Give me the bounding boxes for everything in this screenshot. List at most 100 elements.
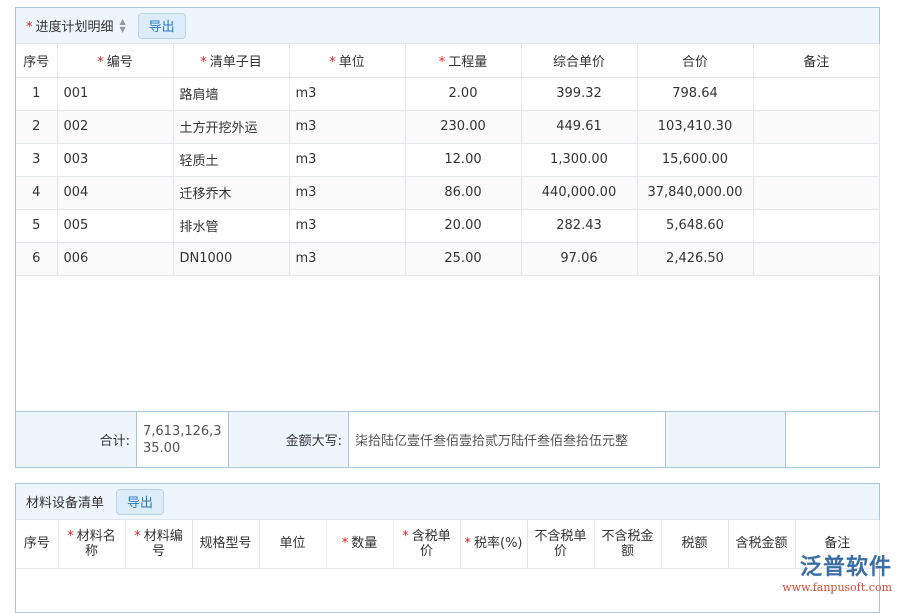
table-cell <box>753 77 880 110</box>
table-row[interactable]: 4004迁移乔木m386.00440,000.0037,840,000.00 <box>16 176 880 209</box>
panel-header: 材料设备清单 导出 <box>16 484 879 520</box>
required-icon: * <box>342 536 349 551</box>
header-label: 规格型号 <box>199 536 251 551</box>
table-cell: 440,000.00 <box>521 176 637 209</box>
required-icon: * <box>329 55 336 70</box>
table-cell: 土方开挖外运 <box>173 110 289 143</box>
column-header: 备注 <box>753 44 880 77</box>
panel-title: 材料设备清单 <box>26 492 104 511</box>
table-cell: 1 <box>16 77 57 110</box>
materials-panel: 材料设备清单 导出 序号*材料名称*材料编号规格型号单位*数量*含税单价*税率(… <box>15 483 880 613</box>
column-header: 单位 <box>259 520 326 568</box>
brand-logo: 泛普软件 www.fanpusoft.com <box>782 549 892 594</box>
header-label: 含税金额 <box>735 536 787 551</box>
table-cell: 轻质土 <box>173 143 289 176</box>
header-label: 单位 <box>339 55 365 70</box>
table-cell: 2 <box>16 110 57 143</box>
table-cell: 006 <box>57 242 173 275</box>
table-row[interactable]: 1001路肩墙m32.00399.32798.64 <box>16 77 880 110</box>
column-header: 综合单价 <box>521 44 637 77</box>
table-cell: 25.00 <box>405 242 521 275</box>
required-icon: * <box>439 55 446 70</box>
table-cell: 004 <box>57 176 173 209</box>
table-cell <box>753 110 880 143</box>
column-header: *数量 <box>326 520 393 568</box>
column-header: 合价 <box>637 44 753 77</box>
column-header: *材料名称 <box>58 520 125 568</box>
footer-empty-cell <box>786 412 879 467</box>
column-header: 不含税金额 <box>594 520 661 568</box>
panel-title: *进度计划明细 <box>26 16 114 35</box>
column-header: *单位 <box>289 44 405 77</box>
column-header: *材料编号 <box>125 520 192 568</box>
table-cell: 005 <box>57 209 173 242</box>
table-cell: m3 <box>289 176 405 209</box>
progress-plan-panel: *进度计划明细 ▲▼ 导出 序号*编号*清单子目*单位*工程量综合单价合价备注 … <box>15 7 880 468</box>
table-cell: m3 <box>289 77 405 110</box>
column-header: 规格型号 <box>192 520 259 568</box>
header-label: 序号 <box>24 536 50 551</box>
header-label: 税额 <box>681 536 707 551</box>
table-cell: m3 <box>289 143 405 176</box>
table-cell: 001 <box>57 77 173 110</box>
table-cell: 282.43 <box>521 209 637 242</box>
header-label: 工程量 <box>448 55 487 70</box>
column-header: *税率(%) <box>460 520 527 568</box>
header-label: 清单子目 <box>210 55 262 70</box>
required-icon: * <box>67 529 74 544</box>
table-cell: 002 <box>57 110 173 143</box>
table-cell: DN1000 <box>173 242 289 275</box>
required-icon: * <box>402 529 409 544</box>
table-row[interactable]: 6006DN1000m325.0097.062,426.50 <box>16 242 880 275</box>
materials-table: 序号*材料名称*材料编号规格型号单位*数量*含税单价*税率(%)不含税单价不含税… <box>16 520 880 569</box>
table-row[interactable]: 2002土方开挖外运m3230.00449.61103,410.30 <box>16 110 880 143</box>
header-label: 综合单价 <box>553 55 605 70</box>
total-label: 合计: <box>16 412 137 467</box>
table-cell: m3 <box>289 242 405 275</box>
footer-empty-cell <box>666 412 786 467</box>
table-cell: 449.61 <box>521 110 637 143</box>
column-header: 序号 <box>16 520 58 568</box>
column-header: *清单子目 <box>173 44 289 77</box>
header-label: 单位 <box>279 536 305 551</box>
header-label: 合价 <box>682 55 708 70</box>
panel-header: *进度计划明细 ▲▼ 导出 <box>16 8 879 44</box>
header-label: 不含税金额 <box>601 529 653 559</box>
table-row[interactable]: 5005排水管m320.00282.435,648.60 <box>16 209 880 242</box>
table-cell: 5,648.60 <box>637 209 753 242</box>
column-header: 税额 <box>661 520 728 568</box>
table-cell: 路肩墙 <box>173 77 289 110</box>
sort-icon[interactable]: ▲▼ <box>120 18 126 34</box>
column-header: *编号 <box>57 44 173 77</box>
logo-name: 泛普软件 <box>782 549 892 581</box>
table-cell: 798.64 <box>637 77 753 110</box>
table-cell: 排水管 <box>173 209 289 242</box>
table-cell: 2,426.50 <box>637 242 753 275</box>
amount-in-words: 柒拾陆亿壹仟叁佰壹拾贰万陆仟叁佰叁拾伍元整 <box>349 412 666 467</box>
table-cell: 6 <box>16 242 57 275</box>
column-header: *工程量 <box>405 44 521 77</box>
header-label: 不含税单价 <box>534 529 586 559</box>
table-cell: 3 <box>16 143 57 176</box>
export-button[interactable]: 导出 <box>116 489 164 515</box>
header-label: 序号 <box>23 55 49 70</box>
table-row[interactable]: 3003轻质土m312.001,300.0015,600.00 <box>16 143 880 176</box>
table-cell: 迁移乔木 <box>173 176 289 209</box>
required-icon: * <box>465 536 472 551</box>
table-cell: 4 <box>16 176 57 209</box>
table-cell: m3 <box>289 209 405 242</box>
table-cell: 2.00 <box>405 77 521 110</box>
plan-table: 序号*编号*清单子目*单位*工程量综合单价合价备注 1001路肩墙m32.003… <box>16 44 880 276</box>
table-cell <box>753 209 880 242</box>
table-cell: 20.00 <box>405 209 521 242</box>
table-cell: 12.00 <box>405 143 521 176</box>
table-cell: 97.06 <box>521 242 637 275</box>
column-header: 序号 <box>16 44 57 77</box>
table-cell: 399.32 <box>521 77 637 110</box>
export-button[interactable]: 导出 <box>138 13 186 39</box>
total-row: 合计: 7,613,126,335.00 金额大写: 柒拾陆亿壹仟叁佰壹拾贰万陆… <box>16 411 879 467</box>
table-cell: 230.00 <box>405 110 521 143</box>
required-icon: * <box>134 529 141 544</box>
required-icon: * <box>97 55 104 70</box>
required-icon: * <box>200 55 207 70</box>
